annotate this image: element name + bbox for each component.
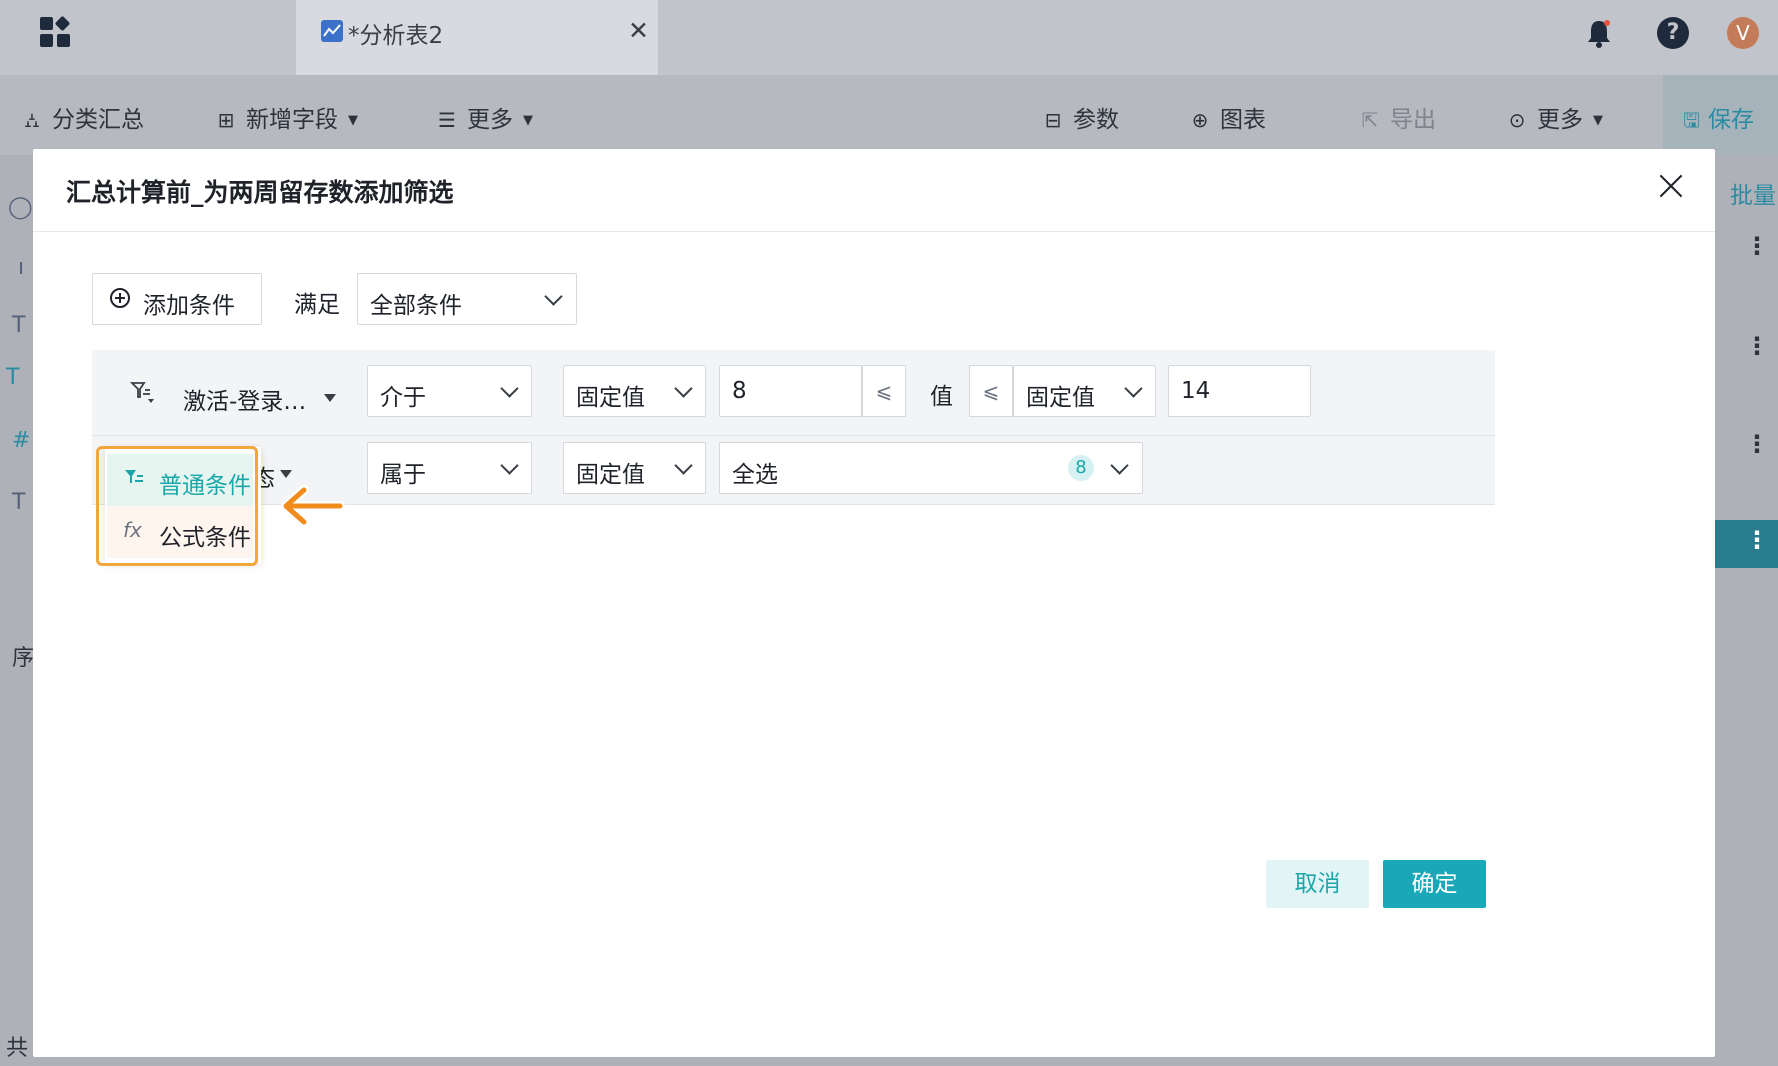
tab-title: *分析表2 — [348, 23, 444, 49]
params-button[interactable]: ⊟ 参数 — [1043, 100, 1119, 134]
min-value-input[interactable]: 8 — [719, 365, 862, 417]
max-value: 14 — [1181, 378, 1211, 404]
export-label: 导出 — [1390, 107, 1436, 133]
chevron-down-icon — [1124, 379, 1143, 398]
more-circle-icon: ⊙ — [1508, 108, 1526, 132]
chart-label: 图表 — [1220, 107, 1266, 133]
dialog-title: 汇总计算前_为两周留存数添加筛选 — [66, 178, 454, 207]
arrow-left-icon — [276, 481, 346, 531]
list-icon: ☰ — [438, 108, 456, 132]
chevron-down-icon — [500, 456, 519, 475]
more-left-label: 更多 — [467, 107, 513, 133]
chevron-down-icon — [544, 287, 563, 306]
params-icon: ⊟ — [1044, 108, 1062, 132]
seq-label: 序 — [12, 646, 35, 671]
search-icon[interactable]: ◯ — [8, 195, 33, 220]
plus-circle-icon: ⊕ — [1191, 108, 1209, 132]
kebab-menu-icon[interactable]: ⋮ — [1745, 430, 1769, 458]
selected-value: 全选 — [732, 462, 778, 488]
batch-button[interactable]: 批量 — [1730, 176, 1776, 210]
chevron-down-icon — [674, 456, 693, 475]
total-label: 共 — [6, 1036, 29, 1061]
chevron-down-icon — [674, 379, 693, 398]
export-icon: ⇱ — [1361, 108, 1379, 132]
number-type-icon: # — [12, 428, 31, 453]
more-right-label: 更多 — [1537, 107, 1583, 133]
operator-select[interactable]: 介于 — [367, 365, 532, 417]
value-type-value: 固定值 — [1026, 385, 1095, 411]
save-icon: 🖫 — [1683, 108, 1701, 132]
kebab-menu-icon[interactable]: ⋮ — [1745, 526, 1769, 554]
operator-value: 介于 — [380, 385, 426, 411]
operator-value: 属于 — [380, 462, 426, 488]
close-icon[interactable] — [1653, 169, 1689, 205]
help-icon[interactable]: ? — [1657, 17, 1689, 49]
apps-grid-icon[interactable] — [40, 15, 72, 49]
cancel-button[interactable]: 取消 — [1266, 860, 1369, 908]
less-equal-icon: ⩽ — [982, 379, 1000, 403]
operator-select[interactable]: 属于 — [367, 442, 532, 494]
caret-down-icon[interactable] — [280, 470, 292, 478]
text-type-icon: T — [12, 313, 26, 338]
group-summary-button[interactable]: ⛼ 分类汇总 — [22, 100, 144, 135]
text-type-icon: T — [12, 490, 26, 515]
satisfy-select[interactable]: 全部条件 — [357, 273, 577, 325]
add-field-label: 新增字段 — [246, 107, 338, 133]
more-left-button[interactable]: ☰ 更多 ▼ — [437, 100, 533, 134]
tab-close-icon[interactable]: ✕ — [628, 16, 649, 45]
field-marker: ı — [18, 255, 25, 280]
kebab-menu-icon[interactable]: ⋮ — [1745, 232, 1769, 260]
condition-field[interactable]: 激活-登录… — [183, 382, 306, 416]
value-multiselect[interactable]: 全选 8 — [719, 442, 1143, 494]
value-type-value: 固定值 — [576, 385, 645, 411]
satisfy-label: 满足 — [294, 292, 340, 318]
chart-button[interactable]: ⊕ 图表 — [1190, 100, 1266, 134]
left-panel — [0, 155, 33, 1066]
chevron-down-icon — [500, 379, 519, 398]
highlight-frame — [96, 446, 258, 566]
value-type-select[interactable]: 固定值 — [563, 442, 706, 494]
export-button[interactable]: ⇱ 导出 — [1360, 100, 1436, 134]
hierarchy-icon: ⛼ — [24, 108, 40, 132]
caret-down-icon: ▼ — [523, 113, 533, 128]
more-right-button[interactable]: ⊙ 更多 ▼ — [1507, 100, 1603, 134]
comparison-select[interactable]: ⩽ — [862, 365, 906, 417]
value-type-value: 固定值 — [576, 462, 645, 488]
caret-down-icon: ▼ — [348, 113, 358, 128]
max-value-input[interactable]: 14 — [1168, 365, 1311, 417]
params-label: 参数 — [1073, 107, 1119, 133]
divider — [33, 231, 1715, 232]
avatar[interactable]: V — [1727, 17, 1759, 49]
confirm-button[interactable]: 确定 — [1383, 860, 1486, 908]
bell-icon[interactable] — [1586, 18, 1612, 48]
divider — [92, 435, 1495, 436]
save-label: 保存 — [1708, 107, 1755, 133]
text-type-icon: T — [6, 365, 20, 390]
add-condition-button[interactable]: 添加条件 — [92, 273, 262, 325]
line-chart-icon — [321, 20, 343, 42]
value-word: 值 — [930, 384, 953, 410]
min-value: 8 — [732, 378, 747, 404]
chevron-down-icon — [1110, 456, 1129, 475]
right-panel — [1715, 155, 1778, 1066]
satisfy-value: 全部条件 — [370, 293, 462, 319]
value-type-select[interactable]: 固定值 — [1013, 365, 1156, 417]
less-equal-icon: ⩽ — [875, 379, 893, 403]
add-field-button[interactable]: ⊞ 新增字段 ▼ — [216, 100, 358, 134]
caret-down-icon[interactable] — [324, 394, 336, 402]
save-button[interactable]: 🖫 保存 — [1683, 100, 1754, 140]
value-type-select[interactable]: 固定值 — [563, 365, 706, 417]
comparison-select[interactable]: ⩽ — [969, 365, 1013, 417]
add-column-icon: ⊞ — [217, 108, 235, 132]
filter-dialog: 汇总计算前_为两周留存数添加筛选 添加条件 满足 全部条件 激活-登录… 介于 … — [33, 149, 1715, 1057]
top-bar — [0, 0, 1778, 75]
caret-down-icon: ▼ — [1593, 113, 1603, 128]
plus-circle-icon — [110, 288, 130, 308]
filter-type-icon[interactable] — [129, 379, 156, 405]
kebab-menu-icon[interactable]: ⋮ — [1745, 332, 1769, 360]
group-summary-label: 分类汇总 — [52, 107, 144, 133]
add-condition-label: 添加条件 — [143, 293, 235, 319]
count-badge: 8 — [1068, 455, 1094, 481]
